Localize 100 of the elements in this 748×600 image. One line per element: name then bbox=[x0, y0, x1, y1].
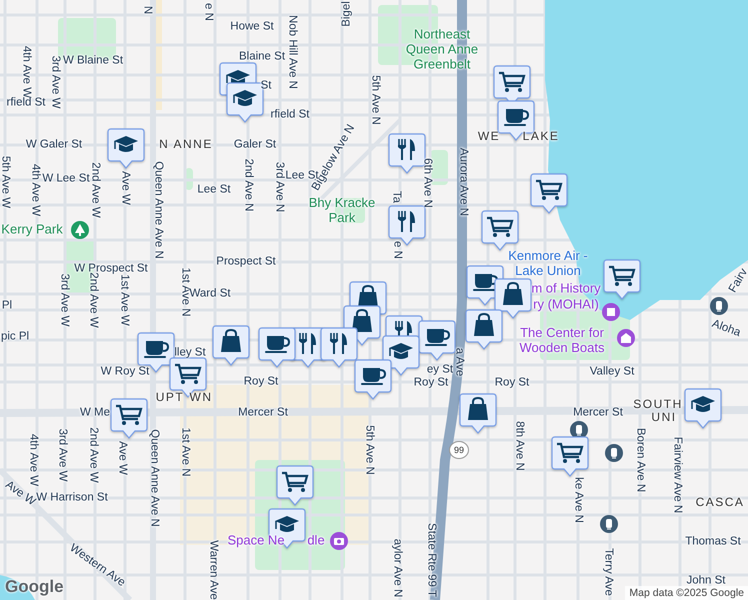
street-label: W Roy St bbox=[100, 365, 150, 379]
street-label: W Me bbox=[80, 406, 110, 420]
street-label: aylor Ave N bbox=[390, 538, 404, 598]
fork-and-knife-icon bbox=[299, 332, 316, 354]
camera-icon[interactable] bbox=[330, 532, 348, 550]
map-marker[interactable] bbox=[388, 205, 426, 247]
street-label: Queen Anne Ave N bbox=[152, 161, 165, 259]
map-marker[interactable] bbox=[258, 327, 296, 369]
map-marker[interactable] bbox=[684, 388, 722, 430]
map-marker[interactable] bbox=[354, 359, 392, 401]
map-attribution: Map data ©2025 Google bbox=[625, 586, 748, 600]
street-label: 5th Ave N bbox=[362, 425, 376, 475]
shopping-bag-icon bbox=[474, 313, 494, 336]
street-label: ey St bbox=[426, 363, 454, 377]
street-label: Terry Ave bbox=[602, 548, 615, 596]
park-label[interactable]: Kerry Park bbox=[1, 222, 63, 238]
street-label: John St bbox=[686, 574, 726, 588]
shopping-bag-icon bbox=[468, 397, 488, 420]
street-label: 1st Ave N bbox=[178, 428, 192, 476]
map-marker[interactable] bbox=[320, 327, 358, 369]
street-label: Mercer St bbox=[238, 406, 288, 420]
map-marker[interactable] bbox=[530, 173, 568, 215]
building-icon[interactable] bbox=[617, 329, 635, 347]
street-label: rfield St bbox=[270, 108, 310, 122]
street-label: Valley St bbox=[590, 365, 634, 379]
place-label[interactable]: Kenmore Air - Lake Union bbox=[503, 249, 593, 279]
fork-and-knife-icon bbox=[330, 332, 347, 354]
map-marker[interactable] bbox=[137, 332, 175, 374]
landmark-label[interactable]: dle bbox=[307, 534, 325, 548]
map-marker[interactable] bbox=[481, 210, 519, 252]
street-label: Mercer St bbox=[573, 406, 623, 420]
tram-icon[interactable] bbox=[600, 515, 618, 533]
street-label: 1st Ave W bbox=[118, 274, 131, 326]
street-label: Ave W bbox=[116, 441, 129, 475]
shopping-cart-icon bbox=[280, 472, 308, 492]
street-label: Fairview Ave N bbox=[670, 436, 684, 514]
street-label: N bbox=[140, 6, 154, 14]
street-label: 3rd Ave W bbox=[58, 274, 71, 326]
street-label: 4th Ave W bbox=[26, 434, 40, 486]
map-marker[interactable] bbox=[551, 436, 589, 478]
street-label: 4th Ave W bbox=[28, 164, 42, 216]
street-label: 3rd Ave N bbox=[272, 162, 286, 212]
street-label: State Rte 99 T bbox=[424, 523, 438, 597]
landmark-label[interactable]: m of History bbox=[531, 282, 601, 296]
tram-icon[interactable] bbox=[710, 297, 728, 315]
street-label: 5th Ave W bbox=[0, 156, 12, 208]
street-label: Pl bbox=[2, 299, 12, 313]
park-label[interactable]: Northeast Queen Anne Greenbelt bbox=[397, 28, 487, 72]
street-label: Lee St bbox=[197, 183, 231, 197]
neighborhood-label: WN bbox=[190, 391, 212, 405]
map-marker[interactable] bbox=[418, 320, 456, 362]
route-shield: 99 bbox=[449, 441, 469, 459]
street-label: a Ave bbox=[453, 348, 466, 376]
landmark-icon[interactable] bbox=[602, 303, 620, 321]
neighborhood-label: UNI bbox=[651, 411, 677, 425]
street-label: 1st Ave N bbox=[178, 268, 192, 316]
map-marker[interactable] bbox=[465, 309, 503, 351]
map-marker[interactable] bbox=[212, 325, 250, 367]
street-label: Roy St bbox=[494, 376, 530, 390]
street-label: Aurora Ave N bbox=[456, 148, 470, 216]
graduation-cap-icon bbox=[275, 516, 299, 532]
neighborhood-label: UPT bbox=[156, 391, 184, 405]
street-label: 2nd Ave N bbox=[242, 158, 255, 212]
shopping-cart-icon bbox=[498, 72, 526, 92]
tram-icon[interactable] bbox=[605, 444, 623, 462]
street-label: Ward St bbox=[189, 287, 231, 300]
tree-icon[interactable] bbox=[71, 221, 89, 239]
map-marker[interactable] bbox=[110, 398, 148, 440]
map-marker[interactable] bbox=[494, 278, 532, 320]
neighborhood-label: WE bbox=[478, 130, 500, 144]
street-label: Ta bbox=[390, 190, 403, 204]
coffee-cup-icon bbox=[473, 274, 498, 291]
neighborhood-label: CASCA bbox=[696, 496, 744, 510]
landmark-label[interactable]: The Center for Wooden Boats bbox=[512, 326, 612, 356]
shopping-cart-icon bbox=[556, 442, 584, 463]
graduation-cap-icon bbox=[233, 90, 257, 106]
street-label: Nob Hill Ave N bbox=[286, 15, 299, 89]
neighborhood-label: SOUTH bbox=[633, 398, 683, 412]
map-marker[interactable] bbox=[388, 133, 426, 175]
street-label: Galer St bbox=[234, 138, 276, 152]
street-label: 4th Ave W bbox=[20, 46, 33, 98]
shopping-cart-icon bbox=[486, 216, 514, 237]
map-marker[interactable] bbox=[107, 128, 145, 170]
street-label: Roy St bbox=[244, 375, 278, 389]
fork-and-knife-icon bbox=[398, 210, 415, 232]
neighborhood-label: LAKE bbox=[522, 130, 560, 144]
coffee-cup-icon bbox=[361, 368, 386, 385]
map-marker[interactable] bbox=[459, 393, 497, 435]
shopping-cart-icon bbox=[608, 266, 636, 286]
map-marker[interactable] bbox=[268, 508, 306, 550]
street-label: e N bbox=[202, 3, 215, 21]
street-label: pic Pl bbox=[0, 330, 30, 344]
landmark-label[interactable]: Space Ne bbox=[227, 534, 285, 548]
fork-and-knife-icon bbox=[398, 138, 415, 160]
park-label[interactable]: Bhy Kracke Park bbox=[307, 196, 377, 226]
shopping-bag-icon bbox=[352, 309, 372, 332]
street-label: W Blaine St bbox=[62, 54, 124, 68]
landmark-label[interactable]: ry (MOHAI) bbox=[533, 298, 599, 312]
coffee-cup-icon bbox=[425, 329, 450, 346]
street-label: Boren Ave N bbox=[634, 428, 647, 492]
